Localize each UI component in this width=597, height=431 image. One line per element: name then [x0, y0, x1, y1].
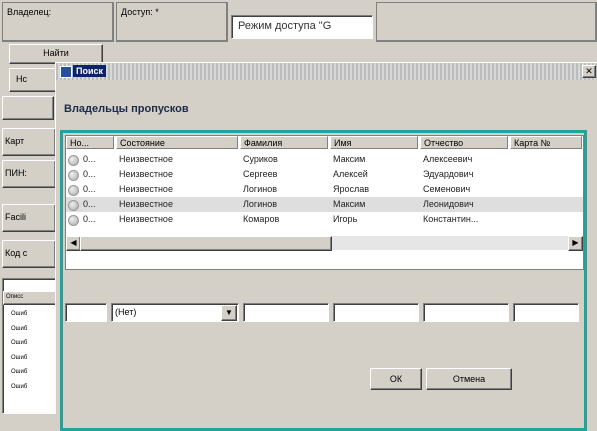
filter-number-input[interactable] — [65, 303, 107, 322]
ok-button-label: ОК — [389, 374, 403, 384]
column-header-card-number[interactable]: Карта № — [510, 136, 582, 149]
cancel-button[interactable]: Отмена — [426, 368, 512, 390]
row-middle-name: Алексеевич — [423, 154, 473, 164]
log-item: Ошиб — [11, 383, 28, 390]
table-row[interactable]: 0... Неизвестное Комаров Игорь Константи… — [66, 212, 583, 227]
horizontal-scrollbar[interactable]: ◀ ▶ — [66, 236, 583, 251]
scroll-right-icon[interactable]: ▶ — [568, 236, 583, 251]
empty-button[interactable] — [2, 96, 54, 120]
row-state: Неизвестное — [119, 184, 173, 194]
row-first-name: Максим — [333, 154, 366, 164]
owner-panel: Владелец: — [2, 2, 114, 42]
row-number: 0... — [83, 169, 96, 179]
row-last-name: Логинов — [243, 199, 277, 209]
row-first-name: Игорь — [333, 214, 358, 224]
find-button-label: Найти — [43, 48, 69, 58]
ho-button[interactable]: Нс — [9, 68, 61, 92]
pin-label: ПИН: — [5, 168, 27, 178]
row-middle-name: Эдуардович — [423, 169, 474, 179]
facility-label: Facili — [5, 212, 27, 222]
table-row[interactable]: 0... Неизвестное Суриков Максим Алексеев… — [66, 152, 583, 167]
filter-last-name-input[interactable] — [243, 303, 329, 322]
window-icon — [60, 66, 72, 78]
access-mode-field[interactable]: Режим доступа "G — [231, 15, 373, 39]
search-dialog: Поиск ✕ Владельцы пропусков Но... Состоя… — [55, 62, 597, 431]
facility-field: Facili — [2, 204, 56, 232]
status-dot-icon — [68, 155, 79, 166]
code-field: Код с — [2, 240, 56, 268]
log-item: Ошиб — [11, 340, 28, 346]
status-dot-icon — [68, 200, 79, 211]
log-item: Ошиб — [11, 354, 28, 361]
row-first-name: Алексей — [333, 169, 368, 179]
filter-state-value: (Нет) — [115, 307, 137, 317]
row-last-name: Суриков — [243, 154, 278, 164]
owner-label: Владелец: — [7, 7, 52, 17]
row-last-name: Логинов — [243, 184, 277, 194]
filter-state-select[interactable]: (Нет) ▼ — [111, 303, 239, 322]
column-header-first-name[interactable]: Имя — [330, 136, 418, 149]
access-panel: Доступ: * — [116, 2, 228, 42]
row-number: 0... — [83, 184, 96, 194]
card-field: Карт — [2, 128, 56, 156]
table-row-selected[interactable]: 0... Неизвестное Логинов Максим Леонидов… — [66, 197, 583, 212]
log-item: Ошиб — [11, 325, 28, 332]
row-first-name: Ярослав — [333, 184, 370, 194]
log-item: Ошиб — [11, 311, 28, 317]
row-state: Неизвестное — [119, 214, 173, 224]
filter-card-number-input[interactable] — [513, 303, 579, 322]
grid-header: Но... Состояние Фамилия Имя Отчество Кар… — [66, 136, 583, 151]
column-header-last-name[interactable]: Фамилия — [240, 136, 328, 149]
log-items: Ошиб Ошиб Ошиб Ошиб Ошиб Ошиб — [11, 307, 27, 394]
card-label: Карт — [5, 136, 25, 146]
dialog-title: Поиск — [73, 65, 107, 77]
table-row[interactable]: 0... Неизвестное Сергеев Алексей Эдуардо… — [66, 167, 583, 182]
column-header-number[interactable]: Но... — [66, 136, 114, 149]
row-middle-name: Леонидович — [423, 199, 474, 209]
row-number: 0... — [83, 214, 96, 224]
row-number: 0... — [83, 154, 96, 164]
row-state: Неизвестное — [119, 199, 173, 209]
row-state: Неизвестное — [119, 154, 173, 164]
row-middle-name: Семенович — [423, 184, 471, 194]
row-last-name: Комаров — [243, 214, 280, 224]
top-right-panel — [376, 2, 597, 42]
status-dot-icon — [68, 170, 79, 181]
filter-middle-name-input[interactable] — [423, 303, 509, 322]
row-number: 0... — [83, 199, 96, 209]
scroll-thumb[interactable] — [80, 236, 332, 251]
table-row[interactable]: 0... Неизвестное Логинов Ярослав Семенов… — [66, 182, 583, 197]
column-header-state[interactable]: Состояние — [116, 136, 238, 149]
ho-button-label: Нс — [16, 74, 27, 84]
row-state: Неизвестное — [119, 169, 173, 179]
log-list[interactable]: Описс Ошиб Ошиб Ошиб Ошиб Ошиб Ошиб — [2, 278, 57, 414]
status-dot-icon — [68, 215, 79, 226]
access-label: Доступ: * — [121, 7, 159, 17]
ok-button[interactable]: ОК — [370, 368, 422, 390]
log-header: Описс — [3, 291, 57, 305]
pin-field: ПИН: — [2, 160, 56, 188]
row-middle-name: Константин... — [423, 214, 479, 224]
dialog-titlebar[interactable]: Поиск ✕ — [56, 63, 597, 80]
chevron-down-icon[interactable]: ▼ — [221, 305, 237, 321]
scroll-left-icon[interactable]: ◀ — [66, 236, 81, 251]
find-button[interactable]: Найти — [9, 44, 103, 64]
code-label: Код с — [5, 248, 28, 258]
log-item: Ошиб — [11, 369, 28, 375]
row-first-name: Максим — [333, 199, 366, 209]
column-header-middle-name[interactable]: Отчество — [420, 136, 508, 149]
cancel-button-label: Отмена — [452, 374, 486, 384]
access-mode-value: Режим доступа "G — [238, 20, 332, 32]
row-last-name: Сергеев — [243, 169, 278, 179]
status-dot-icon — [68, 185, 79, 196]
close-icon[interactable]: ✕ — [582, 65, 596, 78]
owners-grid[interactable]: Но... Состояние Фамилия Имя Отчество Кар… — [65, 135, 584, 270]
filter-first-name-input[interactable] — [333, 303, 419, 322]
dialog-heading: Владельцы пропусков — [64, 103, 189, 115]
